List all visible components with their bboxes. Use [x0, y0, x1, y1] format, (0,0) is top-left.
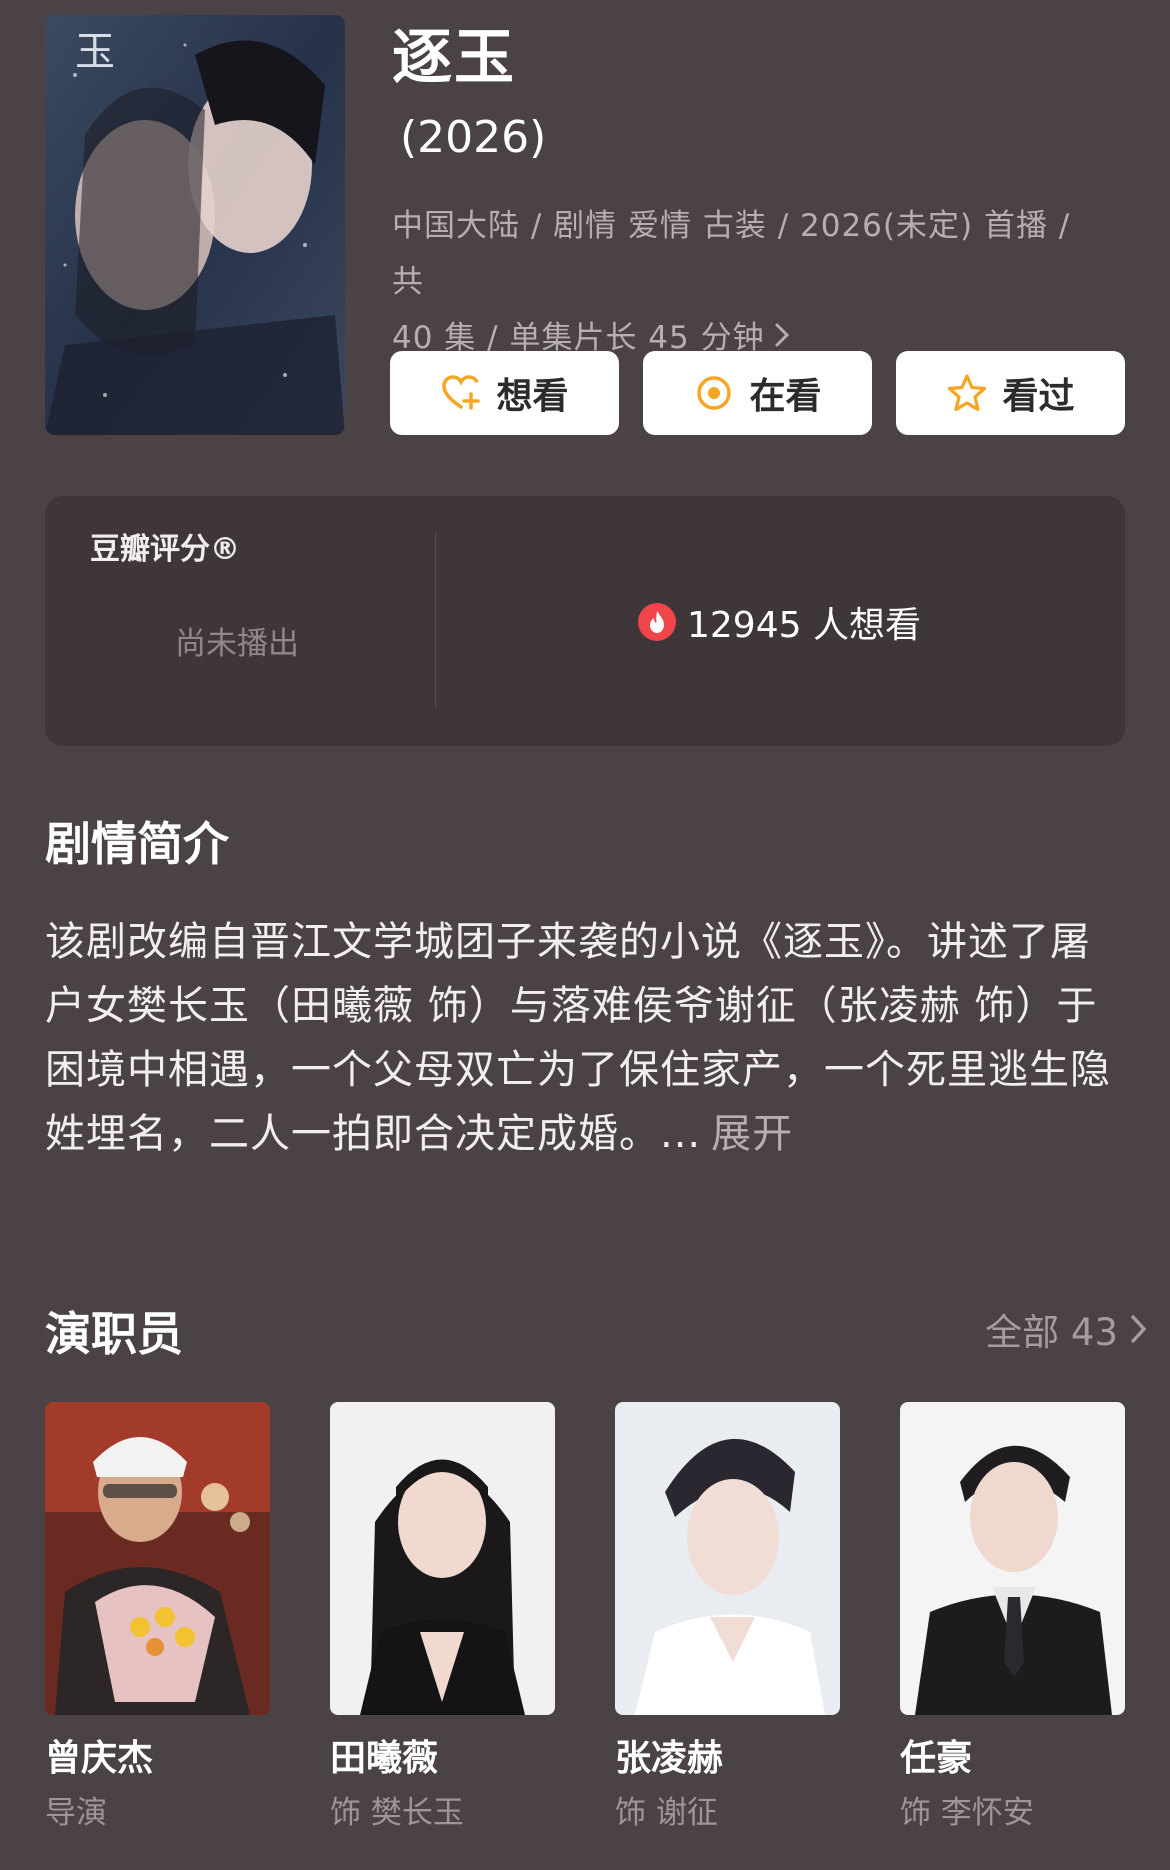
cast-member[interactable]: 任豪 饰 李怀安	[900, 1402, 1125, 1835]
cast-role: 导演	[45, 1795, 107, 1831]
synopsis-heading: 剧情简介	[45, 817, 229, 871]
watching-label: 在看	[749, 376, 822, 417]
show-meta[interactable]: 中国大陆 / 剧情 爱情 古装 / 2026(未定) 首播 / 共 40 集 /…	[392, 198, 1112, 366]
watching-button[interactable]: 在看	[643, 351, 872, 435]
cast-name: 张凌赫	[615, 1738, 724, 1779]
cast-member[interactable]: 张凌赫 饰 谢征	[615, 1402, 840, 1835]
svg-text:玉: 玉	[75, 29, 115, 75]
rating-card: 豆瓣评分® 尚未播出 12945 人想看	[45, 496, 1125, 746]
cast-all-link[interactable]: 全部 43	[985, 1302, 1148, 1356]
cast-heading: 演职员	[45, 1307, 183, 1361]
synopsis-text: 该剧改编自晋江文学城团子来袭的小说《逐玉》。讲述了屠户女樊长玉（田曦薇 饰）与落…	[45, 919, 1111, 1157]
cast-role: 饰 李怀安	[900, 1795, 1034, 1831]
wish-count: 12945 人想看	[637, 596, 921, 648]
watched-button[interactable]: 看过	[896, 351, 1125, 435]
cast-role: 饰 樊长玉	[330, 1795, 464, 1831]
cast-member[interactable]: 曾庆杰 导演	[45, 1402, 270, 1835]
cast-photo	[330, 1402, 555, 1715]
expand-link[interactable]: 展开	[711, 1111, 793, 1157]
rating-status: 尚未播出	[175, 626, 299, 662]
heart-plus-icon	[442, 375, 481, 410]
poster-image[interactable]: 玉	[45, 15, 345, 435]
cast-all-label: 全部 43	[985, 1311, 1118, 1354]
cast-name: 曾庆杰	[45, 1738, 154, 1779]
cast-photo	[45, 1402, 270, 1715]
cast-member[interactable]: 田曦薇 饰 樊长玉	[330, 1402, 555, 1835]
synopsis-body: 该剧改编自晋江文学城团子来袭的小说《逐玉》。讲述了屠户女樊长玉（田曦薇 饰）与落…	[45, 910, 1125, 1166]
action-buttons: 想看 在看 看过	[390, 351, 1125, 435]
cast-name: 任豪	[900, 1738, 973, 1779]
wish-count-text: 12945 人想看	[687, 605, 921, 646]
cast-photo	[900, 1402, 1125, 1715]
cast-name: 田曦薇	[330, 1738, 439, 1779]
douban-rating-label: 豆瓣评分®	[90, 532, 240, 567]
show-year: (2026)	[400, 112, 547, 163]
flame-icon	[638, 603, 676, 641]
want-to-watch-label: 想看	[496, 376, 569, 417]
poster-art: 玉	[45, 15, 345, 435]
watched-label: 看过	[1002, 376, 1075, 417]
want-to-watch-button[interactable]: 想看	[390, 351, 619, 435]
chevron-right-icon	[1131, 1315, 1147, 1343]
rating-divider	[435, 532, 436, 708]
star-icon	[948, 374, 987, 412]
target-icon	[697, 376, 732, 410]
cast-role: 饰 谢征	[615, 1795, 718, 1831]
cast-photo	[615, 1402, 840, 1715]
meta-line-1: 中国大陆 / 剧情 爱情 古装 / 2026(未定) 首播 / 共	[392, 208, 1071, 300]
show-title: 逐玉	[392, 23, 516, 93]
